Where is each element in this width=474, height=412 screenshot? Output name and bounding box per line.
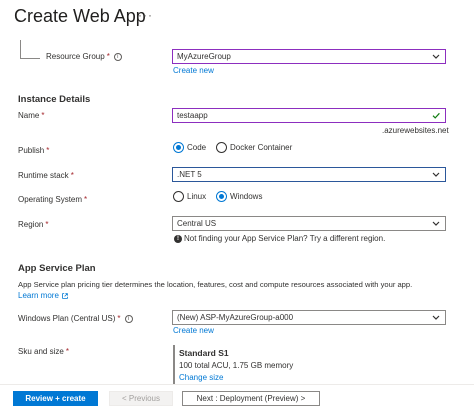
radio-unselected-icon[interactable]: [173, 191, 184, 202]
previous-button[interactable]: < Previous: [109, 391, 173, 406]
region-note-text: Not finding your App Service Plan? Try a…: [184, 234, 386, 243]
required-mark: *: [45, 220, 49, 229]
domain-suffix: .azurewebsites.net: [382, 126, 449, 135]
radio-label: Docker Container: [230, 143, 293, 152]
info-icon[interactable]: i: [113, 52, 122, 61]
resource-group-value: MyAzureGroup: [177, 52, 231, 61]
windows-plan-label-text: Windows Plan (Central US): [18, 314, 116, 323]
radio-selected-icon[interactable]: [216, 191, 227, 202]
os-radio-linux[interactable]: Linux: [173, 191, 206, 202]
footer-bar: Review + create < Previous Next : Deploy…: [0, 384, 474, 412]
publish-radio-code[interactable]: Code: [173, 142, 206, 153]
learn-more-row: Learn more: [18, 291, 69, 300]
name-input[interactable]: testaapp: [172, 108, 446, 123]
app-service-plan-heading: App Service Plan: [18, 263, 96, 274]
resource-group-label-text: Resource Group: [46, 52, 105, 61]
radio-label: Linux: [187, 192, 207, 201]
page-title: Create Web App: [14, 6, 146, 26]
required-mark: *: [70, 171, 74, 180]
sku-label-text: Sku and size: [18, 347, 64, 356]
region-value: Central US: [177, 219, 217, 228]
sku-change-size-link[interactable]: Change size: [179, 373, 223, 382]
windows-plan-create-new-link[interactable]: Create new: [173, 326, 214, 335]
required-mark: *: [106, 52, 110, 61]
radio-selected-icon[interactable]: [173, 142, 184, 153]
resource-group-create-new-link[interactable]: Create new: [173, 66, 214, 75]
tree-connector: [20, 40, 40, 59]
region-select[interactable]: Central US: [172, 216, 446, 231]
name-label: Name *: [18, 111, 44, 120]
sku-label: Sku and size *: [18, 347, 69, 356]
app-service-plan-description: App Service plan pricing tier determines…: [18, 280, 413, 289]
runtime-stack-value: .NET 5: [177, 170, 202, 179]
runtime-stack-label-text: Runtime stack: [18, 171, 69, 180]
review-create-button[interactable]: Review + create: [13, 391, 98, 406]
instance-details-heading: Instance Details: [18, 94, 91, 105]
required-mark: *: [41, 111, 45, 120]
runtime-stack-select[interactable]: .NET 5: [172, 167, 446, 182]
external-link-icon[interactable]: [61, 292, 69, 300]
region-label: Region *: [18, 220, 48, 229]
publish-radio-docker[interactable]: Docker Container: [216, 142, 292, 153]
chevron-down-icon: [432, 221, 440, 226]
publish-label-text: Publish: [18, 146, 45, 155]
next-button[interactable]: Next : Deployment (Preview) >: [182, 391, 320, 406]
resource-group-label: Resource Group * i: [46, 52, 122, 61]
chevron-down-icon: [432, 172, 440, 177]
os-radio-windows[interactable]: Windows: [216, 191, 262, 202]
checkmark-icon: [432, 112, 440, 119]
region-info-note: ! Not finding your App Service Plan? Try …: [174, 234, 385, 243]
info-filled-icon: !: [174, 234, 182, 243]
runtime-stack-label: Runtime stack *: [18, 171, 74, 180]
region-label-text: Region: [18, 220, 44, 229]
sku-accent-bar: [173, 345, 175, 385]
publish-label: Publish *: [18, 146, 49, 155]
windows-plan-value: (New) ASP-MyAzureGroup-a000: [177, 313, 294, 322]
radio-label: Code: [187, 143, 207, 152]
name-value: testaapp: [177, 111, 208, 120]
chevron-down-icon: [432, 315, 440, 320]
windows-plan-label: Windows Plan (Central US) * i: [18, 314, 133, 323]
name-label-text: Name: [18, 111, 40, 120]
sku-details: 100 total ACU, 1.75 GB memory: [179, 361, 294, 370]
required-mark: *: [84, 195, 88, 204]
learn-more-link[interactable]: Learn more: [18, 291, 59, 300]
sku-tier: Standard S1: [179, 348, 229, 358]
operating-system-label-text: Operating System: [18, 195, 83, 204]
radio-label: Windows: [230, 192, 263, 201]
operating-system-label: Operating System *: [18, 195, 87, 204]
more-icon[interactable]: ···: [138, 8, 153, 22]
chevron-down-icon: [432, 54, 440, 59]
resource-group-select[interactable]: MyAzureGroup: [172, 49, 446, 64]
required-mark: *: [117, 314, 121, 323]
info-icon[interactable]: i: [124, 314, 133, 323]
required-mark: *: [46, 146, 50, 155]
required-mark: *: [65, 347, 69, 356]
radio-unselected-icon[interactable]: [216, 142, 227, 153]
windows-plan-select[interactable]: (New) ASP-MyAzureGroup-a000: [172, 310, 446, 325]
